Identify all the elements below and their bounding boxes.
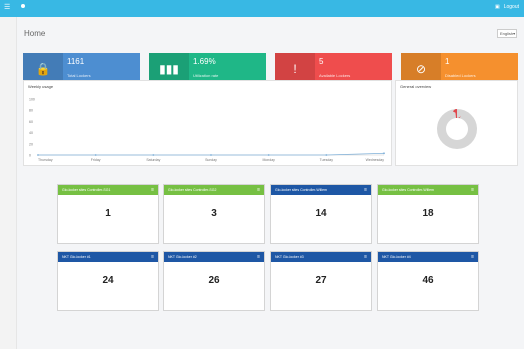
x-tick-label: Wednesday xyxy=(366,158,385,162)
data-point xyxy=(210,154,212,156)
card-number: 24 xyxy=(102,275,114,286)
card-number: 3 xyxy=(211,208,217,219)
page-title: Home xyxy=(24,29,46,38)
y-tick-label: 80 xyxy=(29,109,33,113)
weekly-usage-chart: 100 80 60 40 20 0 Thursday Friday Saturday Sunday… xyxy=(29,98,385,162)
menu-icon[interactable]: ≡ xyxy=(471,187,474,193)
stat-value: 5 xyxy=(319,57,324,66)
card-title: Glo-locker sites Controller-SG1 xyxy=(62,188,111,192)
topbar-right: ▣ Logout xyxy=(495,4,519,10)
stat-label: Utilization rate xyxy=(193,73,219,78)
card-number: 46 xyxy=(422,275,434,286)
card-number: 27 xyxy=(315,275,327,286)
y-tick-label: 60 xyxy=(29,120,33,124)
y-tick-label: 100 xyxy=(29,98,35,102)
card-title: Glo-locker sites Controller-SG2 xyxy=(168,188,217,192)
controller-card[interactable]: Glo-locker sites Controller-Willem ≡ 14 xyxy=(270,184,372,244)
card-header: NKT Glo-locker #3 ≡ xyxy=(271,252,371,262)
card-title: NKT Glo-locker #4 xyxy=(382,255,411,259)
card-title: NKT Glo-locker #3 xyxy=(275,255,304,259)
data-point xyxy=(325,154,328,156)
y-tick-label: 40 xyxy=(29,131,33,135)
home-icon[interactable] xyxy=(21,4,25,8)
x-tick-label: Thursday xyxy=(38,158,53,162)
stat-value: 1 xyxy=(445,57,450,66)
general-overview-chart xyxy=(437,109,477,149)
x-tick-label: Saturday xyxy=(146,158,160,162)
y-tick-label: 20 xyxy=(29,142,33,146)
pie-slice xyxy=(437,109,477,149)
controller-card[interactable]: Glo-locker sites Controller-Willem ≡ 18 xyxy=(377,184,479,244)
data-point xyxy=(152,154,155,156)
card-header: NKT Glo-locker #2 ≡ xyxy=(164,252,264,262)
card-number: 18 xyxy=(422,208,434,219)
x-tick-label: Sunday xyxy=(205,158,217,162)
card-title: Glo-locker sites Controller-Willem xyxy=(275,188,327,192)
card-title: NKT Glo-locker #1 xyxy=(62,255,91,259)
general-overview-panel: General overview xyxy=(395,80,518,166)
stat-label: Available Lockers xyxy=(319,73,351,78)
data-point xyxy=(267,154,270,156)
controller-card[interactable]: NKT Glo-locker #3 ≡ 27 xyxy=(270,251,372,311)
y-tick-label: 0 xyxy=(29,154,31,158)
card-number: 1 xyxy=(105,208,111,219)
sidebar xyxy=(0,17,17,349)
stat-label: Total Lockers xyxy=(67,73,91,78)
main-content: Home English▾ 🔒 1161 Total Lockers ▮▮▮ 1… xyxy=(17,17,524,349)
menu-icon[interactable]: ≡ xyxy=(257,187,260,193)
logout-link[interactable]: Logout xyxy=(504,4,519,10)
card-number: 26 xyxy=(208,275,220,286)
menu-icon[interactable]: ≡ xyxy=(471,254,474,260)
card-header: Glo-locker sites Controller-SG2 ≡ xyxy=(164,185,264,195)
card-title: NKT Glo-locker #2 xyxy=(168,255,197,259)
controller-card[interactable]: Glo-locker sites Controller-SG2 ≡ 3 xyxy=(163,184,265,244)
x-tick-label: Monday xyxy=(262,158,275,162)
user-icon[interactable]: ▣ xyxy=(495,4,500,10)
language-select[interactable]: English▾ xyxy=(497,29,517,38)
controller-card[interactable]: NKT Glo-locker #1 ≡ 24 xyxy=(57,251,159,311)
x-tick-label: Friday xyxy=(91,158,101,162)
data-point xyxy=(383,152,385,155)
stat-label: Disabled Lockers xyxy=(445,73,476,78)
card-title: Glo-locker sites Controller-Willem xyxy=(382,188,434,192)
menu-icon[interactable]: ≡ xyxy=(257,254,260,260)
top-navbar: ☰ ▣ Logout xyxy=(0,0,524,17)
menu-icon[interactable]: ≡ xyxy=(364,254,367,260)
menu-icon[interactable]: ≡ xyxy=(151,187,154,193)
stat-value: 1.69% xyxy=(193,57,216,66)
card-header: Glo-locker sites Controller-Willem ≡ xyxy=(378,185,478,195)
card-header: NKT Glo-locker #1 ≡ xyxy=(58,252,158,262)
card-number: 14 xyxy=(315,208,327,219)
controller-card[interactable]: NKT Glo-locker #4 ≡ 46 xyxy=(377,251,479,311)
menu-icon[interactable]: ≡ xyxy=(151,254,154,260)
menu-icon[interactable]: ≡ xyxy=(364,187,367,193)
card-header: NKT Glo-locker #4 ≡ xyxy=(378,252,478,262)
x-tick-label: Tuesday xyxy=(320,158,334,162)
stat-value: 1161 xyxy=(67,57,85,66)
bars-icon[interactable]: ☰ xyxy=(4,3,10,11)
card-header: Glo-locker sites Controller-Willem ≡ xyxy=(271,185,371,195)
data-point xyxy=(37,154,39,156)
weekly-usage-panel: Weekly usage 100 80 60 40 20 0 Thursday Friday S… xyxy=(23,80,392,166)
data-point xyxy=(94,154,97,156)
card-header: Glo-locker sites Controller-SG1 ≡ xyxy=(58,185,158,195)
controller-card[interactable]: Glo-locker sites Controller-SG1 ≡ 1 xyxy=(57,184,159,244)
controller-card[interactable]: NKT Glo-locker #2 ≡ 26 xyxy=(163,251,265,311)
